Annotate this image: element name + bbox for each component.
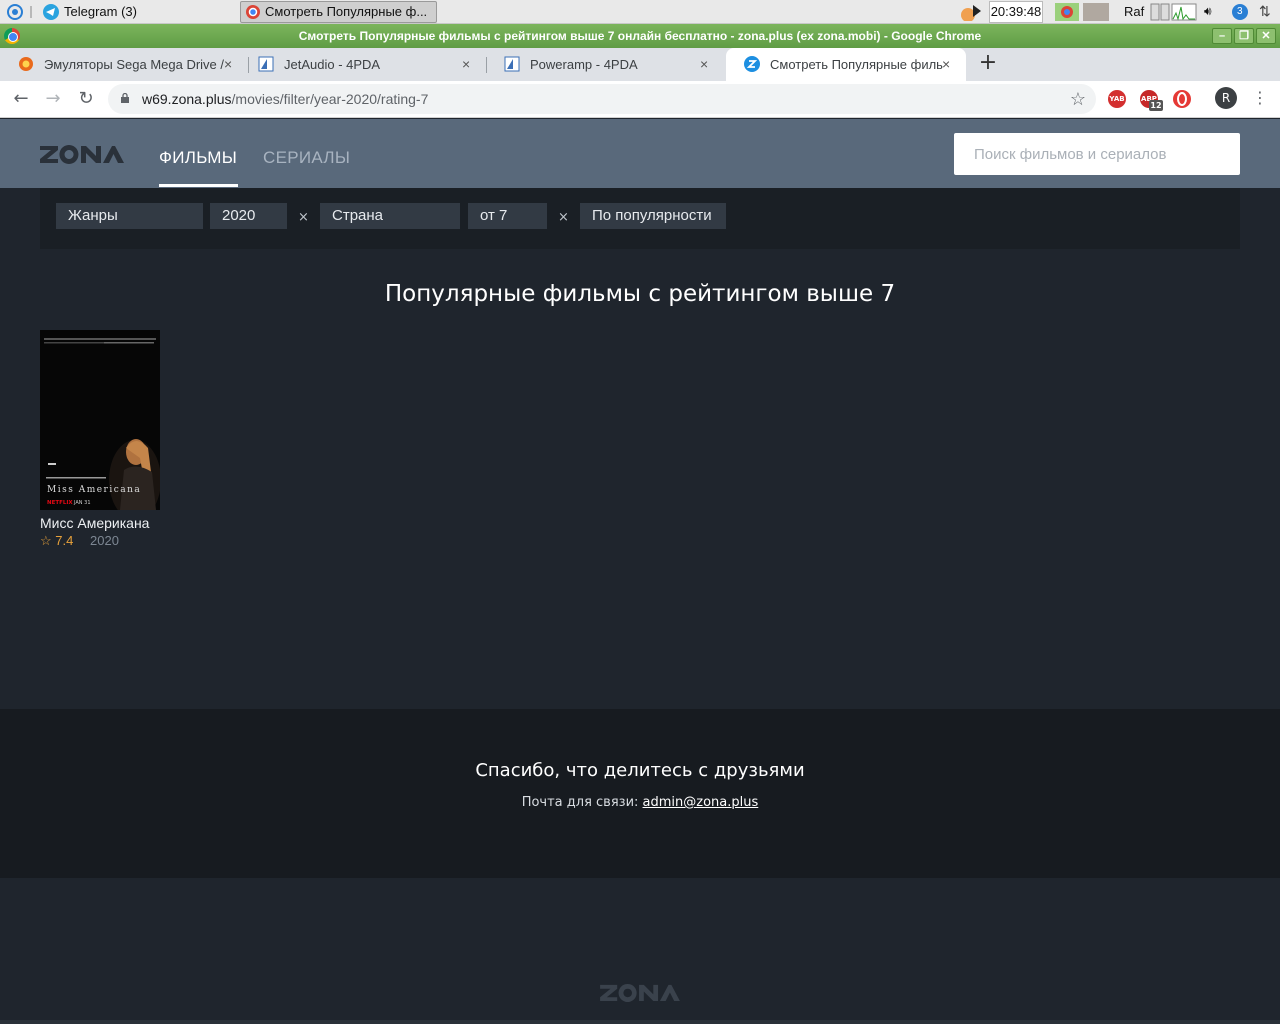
new-tab-button[interactable]: +: [976, 52, 1000, 76]
profile-avatar[interactable]: R: [1215, 87, 1237, 109]
tab-zona-active[interactable]: Смотреть Популярные филь ×: [726, 48, 966, 81]
nav-films[interactable]: ФИЛЬМЫ: [159, 148, 237, 168]
chrome-tray-icon[interactable]: [1055, 3, 1079, 21]
notification-count: 3: [1237, 6, 1243, 17]
window-titlebar: Смотреть Популярные фильмы с рейтингом в…: [0, 24, 1280, 48]
close-window-icon[interactable]: ✕: [1256, 28, 1276, 44]
poster-date-text: JAN 31: [73, 500, 91, 506]
movie-year: 2020: [90, 533, 119, 548]
back-arrow-icon[interactable]: ←: [10, 88, 32, 110]
footer-contact: Почта для связи: admin@zona.plus: [0, 795, 1280, 810]
opera-extension-icon[interactable]: [1173, 90, 1191, 108]
nav-series[interactable]: СЕРИАЛЫ: [263, 148, 350, 168]
poster-title-text: Miss Americana: [47, 485, 141, 495]
clock[interactable]: 20:39:48: [989, 1, 1043, 23]
tab-label: Смотреть Популярные филь: [770, 57, 943, 72]
tab-strip: Эмуляторы Sega Mega Drive / × JetAudio -…: [0, 48, 1280, 81]
tab-label: Poweramp - 4PDA: [530, 57, 638, 72]
maximize-icon[interactable]: ❐: [1234, 28, 1254, 44]
window-title: Смотреть Популярные фильмы с рейтингом в…: [298, 29, 982, 43]
chrome-icon: [246, 5, 260, 19]
yab-extension-icon[interactable]: YAB: [1108, 90, 1126, 108]
app-menu-icon[interactable]: [6, 3, 24, 21]
chrome-logo-icon: [4, 28, 20, 44]
contact-email-link[interactable]: admin@zona.plus: [643, 795, 759, 810]
adblock-count-badge: 12: [1149, 100, 1163, 111]
forward-arrow-icon[interactable]: →: [42, 88, 64, 110]
movie-title[interactable]: Мисс Американа: [40, 515, 149, 531]
clear-rating-icon[interactable]: ×: [558, 208, 569, 228]
taskbar-active-window-label: Смотреть Популярные ф...: [265, 4, 428, 19]
movie-rating: ☆ 7.4: [40, 533, 74, 548]
tab-label: JetAudio - 4PDA: [284, 57, 381, 72]
footer-zona-logo: [600, 983, 680, 1002]
minimize-icon[interactable]: –: [1212, 28, 1232, 44]
separator-icon: [30, 6, 32, 18]
footer-thanks: Спасибо, что делитесь с друзьями: [475, 760, 805, 781]
4pda-favicon-icon: [504, 56, 520, 72]
address-bar[interactable]: w69.zona.plus/movies/filter/year-2020/ra…: [108, 84, 1096, 114]
desktop-taskbar: Telegram (3) Смотреть Популярные ф... 20…: [0, 0, 1280, 24]
movie-poster[interactable]: Miss Americana NETFLIX JAN 31: [40, 330, 160, 510]
media-player-icon[interactable]: [958, 3, 984, 21]
page-bottom-divider: [0, 1020, 1280, 1024]
filter-bar: Жанры 2020 × Страна от 7 × По популярнос…: [40, 188, 1240, 249]
taskbar-telegram[interactable]: Telegram (3): [64, 0, 137, 23]
tab-label: Эмуляторы Sega Mega Drive /: [44, 57, 225, 72]
url-host: w69.zona.plus: [142, 91, 232, 107]
zona-logo[interactable]: [40, 144, 124, 164]
taskbar-active-window[interactable]: Смотреть Популярные ф...: [240, 1, 437, 23]
reload-icon[interactable]: ↻: [75, 88, 97, 110]
tray-window-icon[interactable]: [1083, 3, 1109, 21]
chrome-menu-icon[interactable]: ⋮: [1252, 87, 1268, 109]
4pda-favicon-icon: [258, 56, 274, 72]
search-input[interactable]: [954, 133, 1240, 175]
genre-filter[interactable]: Жанры: [56, 203, 203, 229]
network-icon[interactable]: ⇅: [1259, 0, 1271, 23]
country-filter[interactable]: Страна: [320, 203, 460, 229]
lock-icon: [121, 93, 129, 103]
close-tab-icon[interactable]: ×: [700, 48, 716, 81]
close-tab-icon[interactable]: ×: [942, 48, 958, 81]
poster-brand-text: NETFLIX: [47, 500, 73, 506]
url-path: /movies/filter/year-2020/rating-7: [231, 91, 429, 107]
volume-icon[interactable]: 🔊︎: [1204, 0, 1212, 23]
user-name[interactable]: Raf: [1124, 0, 1144, 23]
bookmark-star-icon[interactable]: ☆: [1070, 84, 1086, 114]
zona-favicon-icon: [744, 56, 760, 72]
active-nav-underline: [159, 184, 238, 187]
site-header: ФИЛЬМЫ СЕРИАЛЫ: [0, 119, 1280, 188]
tab-sega[interactable]: Эмуляторы Sega Mega Drive / ×: [0, 48, 248, 81]
contact-label: Почта для связи:: [521, 795, 639, 810]
site-footer: Спасибо, что делитесь с друзьями Почта д…: [0, 709, 1280, 878]
telegram-icon[interactable]: [42, 3, 60, 21]
year-filter[interactable]: 2020: [210, 203, 287, 229]
clear-year-icon[interactable]: ×: [298, 208, 309, 228]
tab-jetaudio[interactable]: JetAudio - 4PDA ×: [240, 48, 486, 81]
page-title: Популярные фильмы с рейтингом выше 7: [384, 281, 896, 307]
poster-image: Miss Americana NETFLIX JAN 31: [40, 330, 160, 510]
close-tab-icon[interactable]: ×: [224, 48, 240, 81]
sort-filter[interactable]: По популярности: [580, 203, 726, 229]
rating-filter[interactable]: от 7: [468, 203, 547, 229]
browser-toolbar: ← → ↻ w69.zona.plus/movies/filter/year-2…: [0, 81, 1280, 118]
close-tab-icon[interactable]: ×: [462, 48, 478, 81]
firefox-style-favicon-icon: [19, 57, 33, 71]
tab-poweramp[interactable]: Poweramp - 4PDA ×: [486, 48, 724, 81]
system-monitor-icon[interactable]: [1150, 3, 1198, 21]
